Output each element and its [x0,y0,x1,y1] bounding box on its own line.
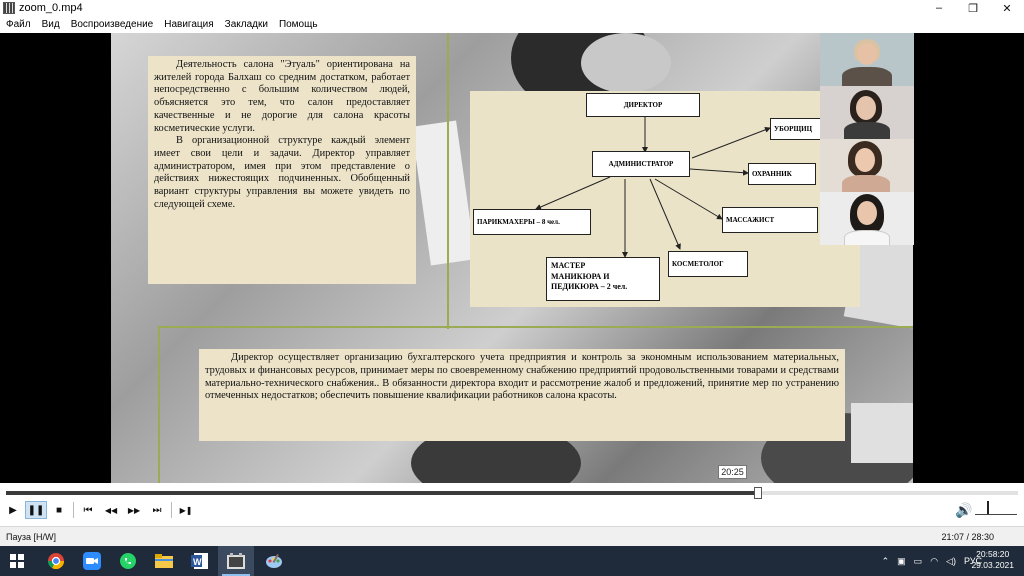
participant-body [844,230,890,245]
menu-navigation[interactable]: Навигация [158,19,218,30]
playback-controls: ▶ ❚❚ ■ ⏮ ◀◀ ▶▶ ⏭ ▶❚ 🔊 [0,483,1024,526]
menu-file[interactable]: Файл [0,19,36,30]
next-icon[interactable]: ⏭ [146,501,168,519]
participant-video-strip [820,33,914,245]
menu-bar: Файл Вид Воспроизведение Навигация Закла… [0,16,1024,33]
org-chart: ДИРЕКТОР УБОРЩИЦ АДМИНИСТРАТОР ОХРАННИК … [470,91,860,307]
word-icon[interactable]: W [182,546,218,576]
chevron-up-icon[interactable]: ⌃ [882,556,890,567]
network-icon[interactable]: ◠ [930,556,938,567]
divider [171,502,172,518]
accent-line-vertical [447,33,449,329]
title-bar: zoom_0.mp4 – ❐ ✕ [0,0,1024,16]
node-manicure: МАСТЕР МАНИКЮРА И ПЕДИКЮРА – 2 чел. [546,257,660,301]
volume-handle[interactable] [987,501,989,514]
participant-face [856,96,876,120]
menu-help[interactable]: Помощь [273,19,323,30]
pause-icon[interactable]: ❚❚ [25,501,47,519]
status-bar: Пауза [H/W] 21:07 / 28:30 [0,526,1024,546]
participant-tile [820,192,914,245]
playback-status: Пауза [H/W] [6,531,57,542]
participant-face [857,43,877,65]
node-masseur: МАССАЖИСТ [722,207,818,233]
play-icon[interactable]: ▶ [2,501,24,519]
minimize-button[interactable]: – [922,0,956,16]
menu-playback[interactable]: Воспроизведение [65,19,159,30]
node-guard: ОХРАННИК [748,163,816,185]
node-director: ДИРЕКТОР [586,93,700,117]
accent-line-vertical-left [158,326,160,483]
file-explorer-icon[interactable] [146,546,182,576]
windows-taskbar: W ⌃ ▣ ▭ ◠ ◁) РУС 20:58:20 29.03.2021 [0,546,1024,576]
svg-text:W: W [193,557,202,567]
divider [73,502,74,518]
slide-paragraph: Директор осуществляет организацию бухгал… [205,352,839,402]
window-controls: – ❐ ✕ [922,0,1024,16]
battery-icon[interactable]: ▭ [914,556,923,567]
node-manicure-line: МАСТЕР [551,261,586,270]
participant-tile [820,86,914,139]
speaker-icon[interactable]: ◁) [946,556,956,567]
zoom-icon[interactable] [74,546,110,576]
film-icon [3,2,15,14]
node-cosmetologist: КОСМЕТОЛОГ [668,251,748,277]
participant-body [842,175,890,192]
frame-step-icon[interactable]: ▶❚ [175,501,197,519]
system-tray: ⌃ ▣ ▭ ◠ ◁) РУС [874,546,982,576]
stop-icon[interactable]: ■ [48,501,70,519]
seek-handle[interactable] [753,487,762,499]
seek-time-tooltip: 20:25 [718,465,747,479]
background-paper [411,120,476,266]
clock-time: 20:58:20 [976,549,1010,559]
maximize-button[interactable]: ❐ [956,0,990,16]
seek-bar[interactable] [6,487,1018,499]
volume-track [975,514,1017,515]
close-button[interactable]: ✕ [990,0,1024,16]
menu-view[interactable]: Вид [36,19,65,30]
whatsapp-icon[interactable] [110,546,146,576]
slide-paragraph: В организационной структуре каждый элеме… [154,135,410,210]
background-photo-person [581,33,671,93]
rewind-icon[interactable]: ◀◀ [100,501,122,519]
accent-line-horizontal [158,326,913,328]
node-manicure-line: ПЕДИКЮРА – 2 чел. [551,282,628,291]
media-player-window: zoom_0.mp4 – ❐ ✕ Файл Вид Воспроизведени… [0,0,1024,576]
chrome-icon[interactable] [38,546,74,576]
system-clock[interactable]: 20:58:20 29.03.2021 [971,549,1014,571]
menu-bookmarks[interactable]: Закладки [219,19,273,30]
paint-icon[interactable] [256,546,292,576]
volume-icon[interactable]: 🔊 [955,502,972,519]
previous-icon[interactable]: ⏮ [77,501,99,519]
participant-body [842,67,892,86]
slide-text-left: Деятельность салона "Этуаль" ориентирова… [148,56,416,284]
presentation-slide: Деятельность салона "Этуаль" ориентирова… [111,33,913,483]
node-manicure-line: МАНИКЮРА И [551,271,610,281]
window-title: zoom_0.mp4 [19,2,83,14]
time-display: 21:07 / 28:30 [941,531,994,542]
node-hairdressers: ПАРИКМАХЕРЫ – 8 чел. [473,209,591,235]
fast-forward-icon[interactable]: ▶▶ [123,501,145,519]
node-administrator: АДМИНИСТРАТОР [592,151,690,177]
slide-paragraph: Деятельность салона "Этуаль" ориентирова… [154,59,410,134]
participant-body [844,122,890,139]
participant-face [857,201,877,225]
seek-progress [6,491,758,495]
slide-text-bottom: Директор осуществляет организацию бухгал… [199,349,845,441]
windows-start-icon[interactable] [10,554,24,568]
media-player-taskbar-icon[interactable] [218,546,254,576]
clock-date: 29.03.2021 [971,560,1014,570]
notification-icon[interactable]: ▣ [897,556,906,567]
participant-tile [820,139,914,192]
background-laptop [851,403,913,463]
volume-slider[interactable] [975,501,1017,515]
participant-tile [820,33,914,86]
node-cleaner: УБОРЩИЦ [770,118,822,140]
participant-face [855,148,875,172]
video-area[interactable]: Деятельность салона "Этуаль" ориентирова… [0,33,1024,483]
